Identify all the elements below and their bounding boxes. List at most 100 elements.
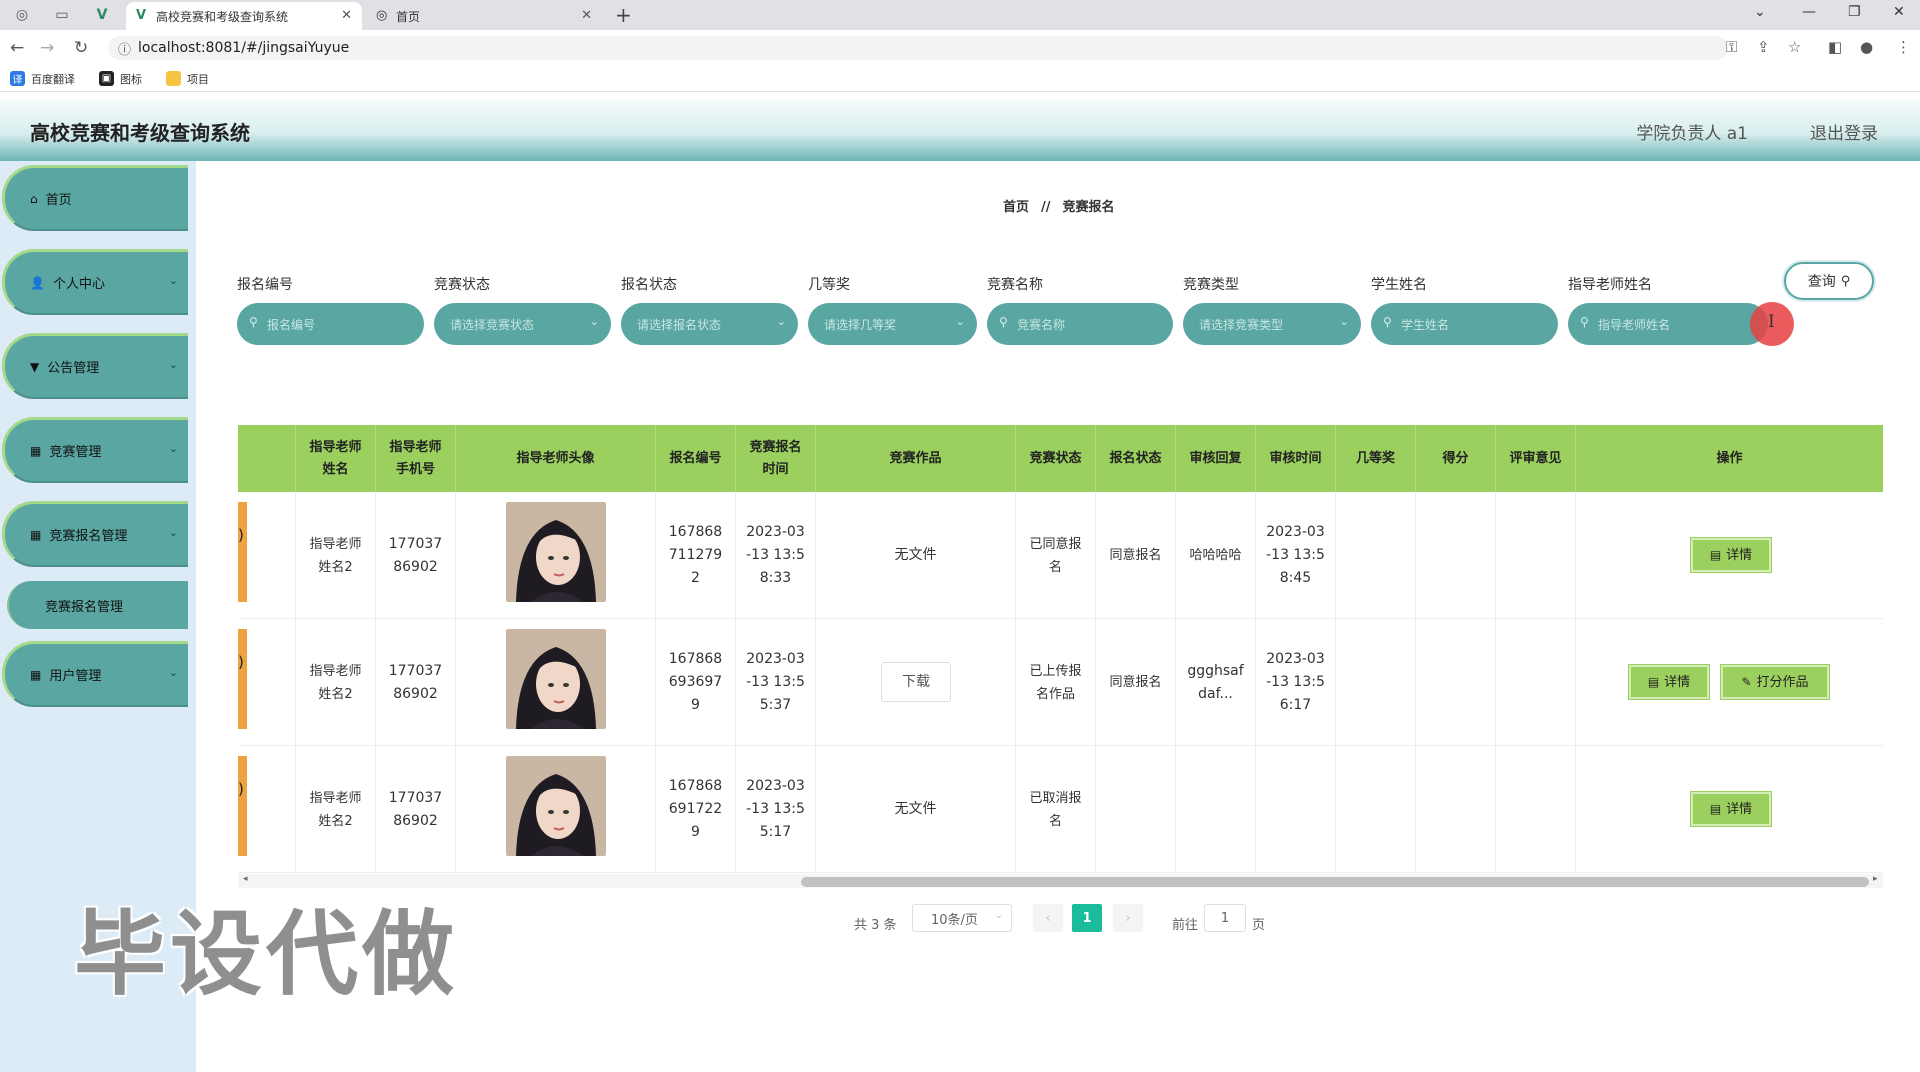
placeholder: 请选择报名状态 [637, 317, 722, 332]
teacher-avatar[interactable] [506, 629, 606, 729]
cell-reg-status: 同意报名 [1096, 619, 1176, 746]
download-button[interactable]: 下载 [881, 662, 951, 702]
chevron-down-icon: ⌄ [589, 315, 599, 328]
cell-phone: 17703786902 [376, 619, 456, 746]
bookmark-project[interactable]: 项目 [166, 71, 209, 87]
column-header: 评审意见 [1496, 425, 1576, 492]
home-icon: ⌂ [30, 191, 38, 206]
minimize-icon[interactable]: — [1802, 4, 1816, 20]
back-icon[interactable]: ← [10, 38, 24, 58]
key-icon[interactable]: ⚿ [1726, 38, 1737, 56]
blank-tab-icon[interactable]: ▭ [48, 4, 76, 26]
table-row: ) 指导老师姓名2 17703786902 1678687112792 2023… [238, 492, 1883, 619]
tab-home[interactable]: ◎ 首页 ✕ [366, 2, 602, 30]
vue-icon: V [136, 8, 147, 23]
image-icon: ▣ [99, 71, 114, 86]
cell-reg-time: 2023-03-13 13:58:33 [736, 492, 816, 619]
cell-phone: 17703786902 [376, 492, 456, 619]
cell-reg-time: 2023-03-13 13:55:37 [736, 619, 816, 746]
page-size-select[interactable]: 10条/页 ⌄ [912, 904, 1012, 932]
sidebar-item-users[interactable]: ▦ 用户管理 ⌄ [2, 641, 188, 707]
cell-reg-time: 2023-03-13 13:55:17 [736, 746, 816, 873]
star-icon[interactable]: ☆ [1788, 38, 1801, 56]
sidebar-item-profile[interactable]: 👤 个人中心 ⌄ [2, 249, 188, 315]
reg-no-input[interactable]: ⚲ 报名编号 [237, 303, 424, 345]
filter-label-reg-no: 报名编号 [237, 277, 293, 293]
reload-icon[interactable]: ↻ [74, 38, 88, 58]
teacher-avatar[interactable] [506, 756, 606, 856]
profile-icon[interactable]: ● [1860, 38, 1873, 56]
scroll-right-icon[interactable]: ▸ [1873, 874, 1878, 884]
document-icon: ▤ [1709, 547, 1722, 562]
column-header: 审核时间 [1256, 425, 1336, 492]
breadcrumb-home[interactable]: 首页 [1003, 200, 1029, 215]
sidebar-item-notice[interactable]: ▼ 公告管理 ⌄ [2, 333, 188, 399]
sidebar-item-registration[interactable]: ▦ 竞赛报名管理 ⌄ [2, 501, 188, 567]
column-header: 几等奖 [1336, 425, 1416, 492]
restore-icon[interactable]: ❐ [1848, 4, 1861, 20]
vue-icon[interactable]: V [88, 4, 116, 26]
cell-teacher: 指导老师姓名2 [296, 492, 376, 619]
scrollbar-thumb[interactable] [801, 877, 1869, 887]
logout-link[interactable]: 退出登录 [1810, 119, 1878, 144]
menu-dots-icon[interactable]: ⋮ [1896, 38, 1911, 56]
info-icon[interactable]: ⓘ [118, 39, 131, 58]
cell-actions: ▤ 详情 [1576, 492, 1883, 619]
close-window-icon[interactable]: ✕ [1893, 4, 1905, 20]
sidebar-item-competition[interactable]: ▦ 竞赛管理 ⌄ [2, 417, 188, 483]
comp-name-input[interactable]: ⚲ 竞赛名称 [987, 303, 1173, 345]
filter-label-reg-status: 报名状态 [621, 277, 677, 293]
teacher-name-input[interactable]: ⚲ 指导老师姓名 [1568, 303, 1768, 345]
column-header: 报名状态 [1096, 425, 1176, 492]
bookmarks-bar: 译 百度翻译 ▣ 图标 项目 [0, 66, 1920, 92]
cell-comp-status: 已取消报名 [1016, 746, 1096, 873]
placeholder: 报名编号 [267, 317, 316, 332]
comp-status-select[interactable]: 请选择竞赛状态 ⌄ [434, 303, 611, 345]
globe-icon[interactable]: ◎ [8, 4, 36, 26]
tab-active[interactable]: V 高校竞赛和考级查询系统 ✕ [126, 2, 362, 30]
chevron-down-icon: ⌄ [168, 526, 178, 539]
close-icon[interactable]: ✕ [581, 8, 592, 23]
text-cursor-icon: I [1768, 312, 1775, 332]
search-icon: ⚲ [1840, 273, 1851, 289]
award-select[interactable]: 请选择几等奖 ⌄ [808, 303, 977, 345]
registration-table: 指导老师姓名 指导老师手机号 指导老师头像 报名编号 竞赛报名时间 竞赛作品 竞… [238, 425, 1883, 873]
goto-page-input[interactable]: 1 [1204, 904, 1246, 932]
prev-page-icon[interactable]: ‹ [1033, 904, 1063, 932]
cell-reg-status: 同意报名 [1096, 492, 1176, 619]
next-page-icon[interactable]: › [1113, 904, 1143, 932]
column-header: 指导老师姓名 [296, 425, 376, 492]
detail-button[interactable]: ▤ 详情 [1691, 538, 1771, 572]
chevron-down-icon: ⌄ [955, 315, 965, 328]
forward-icon[interactable]: → [40, 38, 54, 58]
score-work-button[interactable]: ✎ 打分作品 [1721, 665, 1829, 699]
cell-phone: 17703786902 [376, 746, 456, 873]
filter-label-comp-status: 竞赛状态 [434, 277, 490, 293]
cell-opinion [1496, 492, 1576, 619]
sidebar-item-home[interactable]: ⌂ 首页 [2, 165, 188, 231]
sidepanel-icon[interactable]: ◧ [1828, 38, 1842, 56]
query-button[interactable]: 查询 ⚲ [1784, 262, 1874, 300]
close-icon[interactable]: ✕ [341, 8, 352, 23]
share-icon[interactable]: ⇪ [1757, 38, 1770, 56]
breadcrumb-separator: // [1041, 200, 1051, 215]
new-tab-icon[interactable]: + [615, 3, 632, 27]
current-page[interactable]: 1 [1072, 904, 1102, 932]
chevron-down-icon[interactable]: ⌄ [1754, 4, 1766, 20]
sidebar-item-label: 竞赛报名管理 [49, 529, 128, 544]
table-header: 指导老师姓名 指导老师手机号 指导老师头像 报名编号 竞赛报名时间 竞赛作品 竞… [238, 425, 1883, 492]
comp-type-select[interactable]: 请选择竞赛类型 ⌄ [1183, 303, 1361, 345]
tab-label: 高校竞赛和考级查询系统 [156, 9, 289, 24]
detail-button[interactable]: ▤ 详情 [1691, 792, 1771, 826]
sidebar-subitem-registration[interactable]: 竞赛报名管理 [7, 581, 188, 629]
bookmark-icons[interactable]: ▣ 图标 [99, 71, 142, 87]
cell-review-time: 2023-03-13 13:56:17 [1256, 619, 1336, 746]
edit-icon: ✎ [1741, 674, 1752, 689]
teacher-avatar[interactable] [506, 502, 606, 602]
url-field[interactable]: ⓘ localhost:8081/#/jingsaiYuyue [108, 36, 1728, 60]
bookmark-baidu-translate[interactable]: 译 百度翻译 [10, 71, 75, 87]
student-name-input[interactable]: ⚲ 学生姓名 [1371, 303, 1558, 345]
reg-status-select[interactable]: 请选择报名状态 ⌄ [621, 303, 798, 345]
detail-button[interactable]: ▤ 详情 [1629, 665, 1709, 699]
grid-icon: ▦ [30, 527, 42, 542]
